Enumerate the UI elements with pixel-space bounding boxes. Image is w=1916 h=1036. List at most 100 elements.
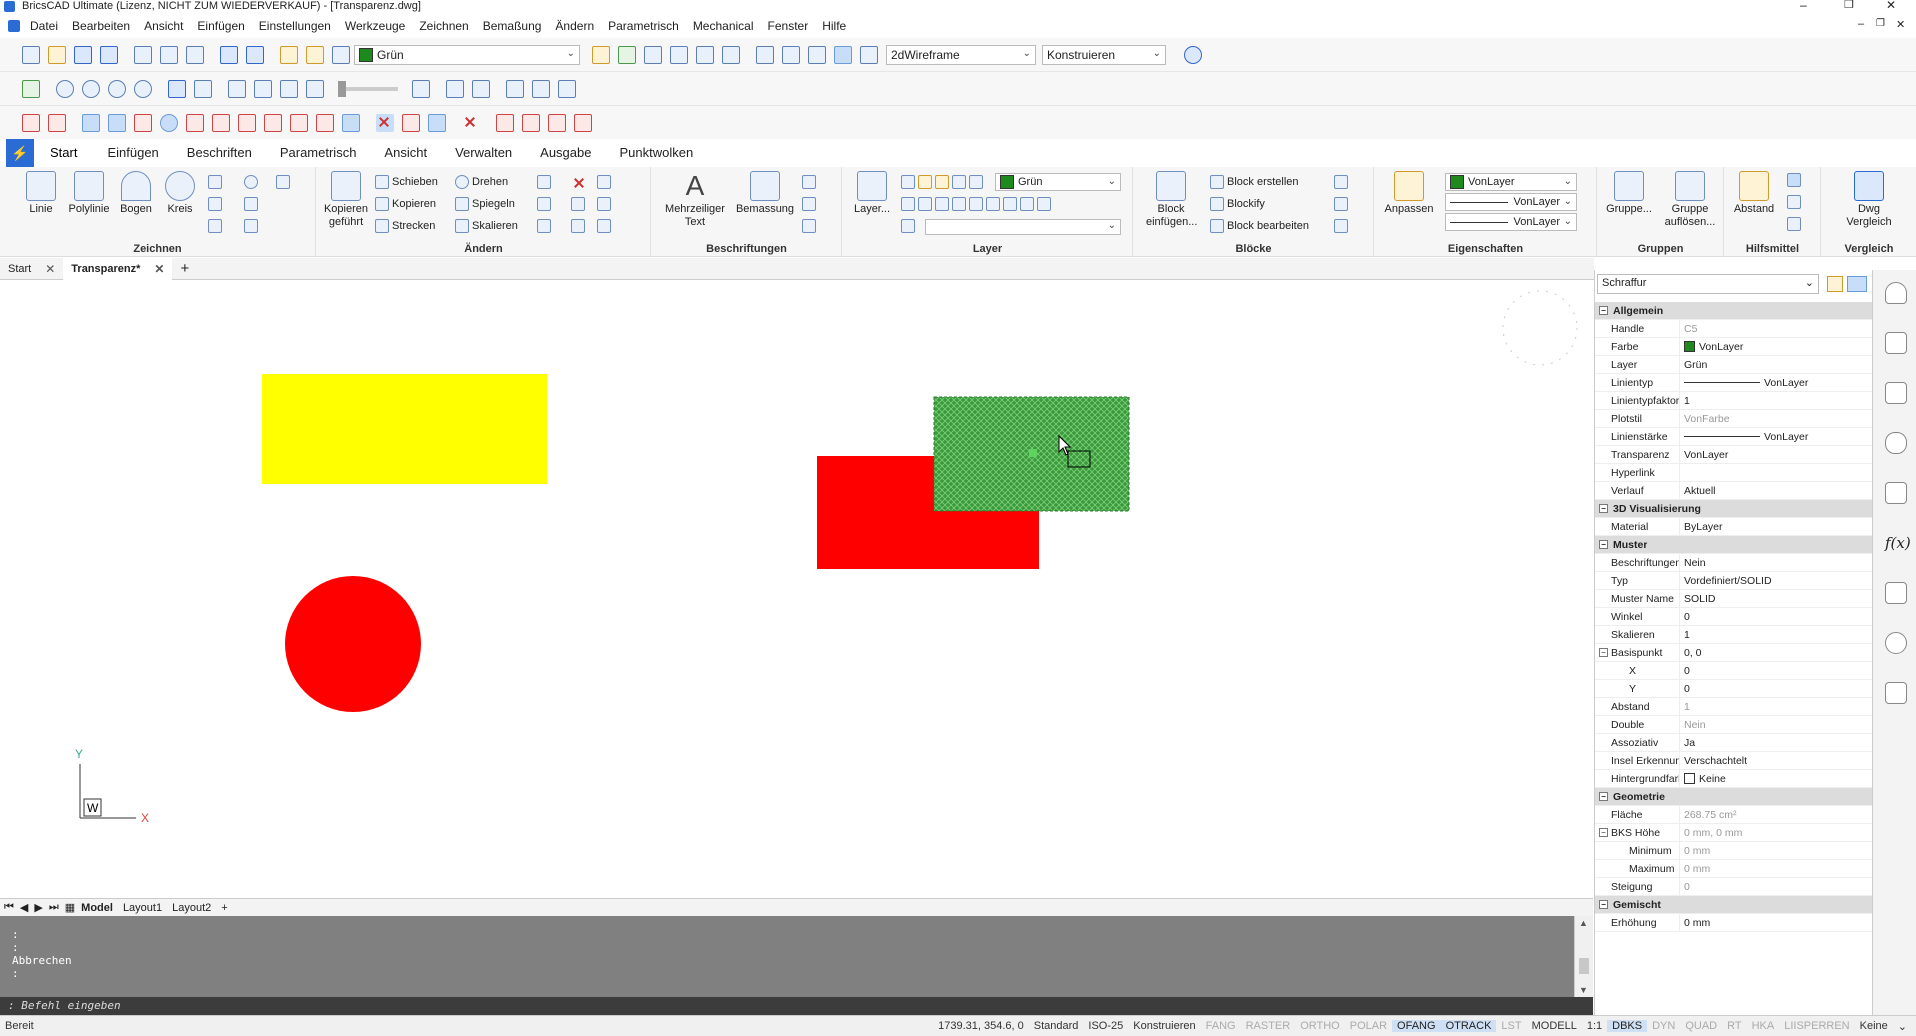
tab-start[interactable]: Start xyxy=(34,139,93,167)
scroll-thumb[interactable] xyxy=(1579,958,1589,974)
point-button[interactable] xyxy=(244,175,261,189)
bogen-button[interactable]: Bogen xyxy=(116,171,156,216)
last-layout-icon[interactable]: ⏭ xyxy=(49,901,59,914)
zoom-out-icon[interactable] xyxy=(82,79,100,98)
view-eye-icon[interactable] xyxy=(228,79,246,98)
hatch-panel-icon[interactable] xyxy=(1885,482,1907,504)
undo-icon[interactable] xyxy=(220,45,238,64)
tab-punktwolken[interactable]: Punktwolken xyxy=(605,139,707,167)
property-row[interactable]: Insel Erkennung Verschachtelt xyxy=(1595,751,1873,770)
collapse-icon[interactable]: − xyxy=(1599,828,1608,837)
status-toggle[interactable]: ORTHO xyxy=(1295,1020,1345,1032)
close-icon[interactable]: ✕ xyxy=(154,258,164,280)
property-value[interactable]: 1 xyxy=(1679,391,1873,410)
menu-fenster[interactable]: Fenster xyxy=(768,19,809,33)
property-category[interactable]: − Gemischt xyxy=(1595,896,1873,914)
prev-layout-icon[interactable]: ◀ xyxy=(20,901,28,914)
quick-select-button[interactable] xyxy=(1787,195,1804,209)
hatch-button[interactable] xyxy=(244,197,261,211)
view-tool-icon[interactable] xyxy=(306,79,324,98)
new-icon[interactable] xyxy=(22,45,40,64)
new-tab-button[interactable]: + xyxy=(172,258,197,280)
snap-ray-icon[interactable] xyxy=(108,113,126,132)
property-value[interactable]: 0 mm, 0 mm xyxy=(1679,823,1873,842)
tab-verwalten[interactable]: Verwalten xyxy=(441,139,526,167)
status-toggle[interactable]: 1:1 xyxy=(1582,1020,1607,1032)
3d-box-icon[interactable] xyxy=(446,79,464,98)
render-icon[interactable] xyxy=(472,79,490,98)
layer-tool-1-icon[interactable] xyxy=(644,45,662,64)
status-toggle[interactable]: ISO-25 xyxy=(1083,1020,1128,1032)
tab-beschriften[interactable]: Beschriften xyxy=(173,139,266,167)
ucs-icon[interactable] xyxy=(254,79,272,98)
status-toggle[interactable]: OFANG xyxy=(1392,1020,1441,1032)
kopieren-gefuehrt-button[interactable]: Kopieren geführt xyxy=(321,171,371,229)
pan-icon[interactable] xyxy=(168,79,186,98)
collapse-icon[interactable]: − xyxy=(1599,900,1608,909)
collapse-icon[interactable]: − xyxy=(1599,792,1608,801)
property-row[interactable]: Steigung 0 xyxy=(1595,877,1873,896)
edit-button[interactable] xyxy=(597,175,614,189)
property-category[interactable]: − Allgemein xyxy=(1595,302,1873,320)
grid-array-button[interactable] xyxy=(537,219,554,233)
status-toggle[interactable]: Konstruieren xyxy=(1128,1020,1200,1032)
layer-manager-button[interactable]: Layer... xyxy=(851,171,893,216)
property-value[interactable]: 0 xyxy=(1679,877,1873,896)
collapse-icon[interactable]: − xyxy=(1599,540,1608,549)
navigation-wheel[interactable] xyxy=(1502,290,1578,366)
property-category[interactable]: −3D Visualisierung xyxy=(1595,500,1873,518)
layer-tool-3-icon[interactable] xyxy=(696,45,714,64)
spiegeln-button[interactable]: Spiegeln xyxy=(455,197,515,211)
property-row[interactable]: Transparenz VonLayer xyxy=(1595,445,1873,464)
rectangle-button[interactable] xyxy=(208,175,225,189)
camera-icon[interactable] xyxy=(280,79,298,98)
block-erstellen-button[interactable]: Block erstellen xyxy=(1210,175,1299,189)
components-icon[interactable] xyxy=(1885,682,1907,704)
menu-ansicht[interactable]: Ansicht xyxy=(144,19,183,33)
select-tool-button[interactable] xyxy=(1787,173,1804,187)
layout-list-icon[interactable]: ▦ xyxy=(65,901,75,914)
block-tag2-button[interactable] xyxy=(1334,219,1351,233)
property-row[interactable]: Beschriftungen Nein xyxy=(1595,553,1873,572)
property-value[interactable]: 0, 0 xyxy=(1679,643,1873,662)
snap-tangent-icon[interactable] xyxy=(264,113,282,132)
open-icon[interactable] xyxy=(48,45,66,64)
skalieren-button[interactable]: Skalieren xyxy=(455,219,518,233)
id-point-button[interactable] xyxy=(1787,217,1804,231)
property-value[interactable]: Verschachtelt xyxy=(1679,751,1873,770)
status-toggle[interactable]: POLAR xyxy=(1345,1020,1392,1032)
property-row[interactable]: Hyperlink xyxy=(1595,463,1873,482)
property-row[interactable]: − BKS Höhe 0 mm, 0 mm xyxy=(1595,823,1873,842)
menu-bemassung[interactable]: Bemaßung xyxy=(483,19,542,33)
status-toggle[interactable]: RASTER xyxy=(1241,1020,1296,1032)
property-value[interactable]: 0 xyxy=(1679,607,1873,626)
snap-clear-icon[interactable] xyxy=(462,114,480,132)
filter-icon[interactable] xyxy=(1827,276,1843,292)
property-category[interactable]: − Geometrie xyxy=(1595,788,1873,806)
kreis-button[interactable]: Kreis xyxy=(160,171,200,216)
property-row[interactable]: Fläche 268.75 cm² xyxy=(1595,805,1873,824)
property-row[interactable]: Linientypfaktor 1 xyxy=(1595,391,1873,410)
property-row[interactable]: Assoziativ Ja xyxy=(1595,733,1873,752)
workspace-dropdown[interactable]: Konstruieren ⌄ xyxy=(1042,44,1166,65)
blockify-button[interactable]: Blockify xyxy=(1210,197,1265,211)
snap-apparent-icon[interactable] xyxy=(402,113,420,132)
property-value[interactable]: 268.75 cm² xyxy=(1679,805,1873,824)
property-value[interactable]: 0 mm xyxy=(1679,841,1873,860)
menu-werkzeuge[interactable]: Werkzeuge xyxy=(345,19,405,33)
selection-dropdown[interactable]: Schraffur ⌄ xyxy=(1597,274,1819,294)
layer-lock-icon[interactable] xyxy=(332,45,350,64)
viewport-icon[interactable] xyxy=(756,45,774,64)
linetype-dropdown[interactable]: VonLayer ⌄ xyxy=(1445,193,1577,211)
property-row[interactable]: Minimum 0 mm xyxy=(1595,841,1873,860)
save-as-icon[interactable] xyxy=(100,45,118,64)
status-toggle[interactable]: QUAD xyxy=(1680,1020,1722,1032)
add-layout-button[interactable]: + xyxy=(221,902,227,914)
layer-filter-dropdown[interactable]: ⌄ xyxy=(925,219,1121,235)
property-row[interactable]: Winkel 0 xyxy=(1595,607,1873,626)
abstand-button[interactable]: Abstand xyxy=(1729,171,1779,216)
status-toggle[interactable]: HKA xyxy=(1747,1020,1780,1032)
visual-style-icon[interactable] xyxy=(860,45,878,64)
snap-perp-icon[interactable] xyxy=(428,113,446,132)
attach-icon[interactable] xyxy=(1885,432,1907,454)
